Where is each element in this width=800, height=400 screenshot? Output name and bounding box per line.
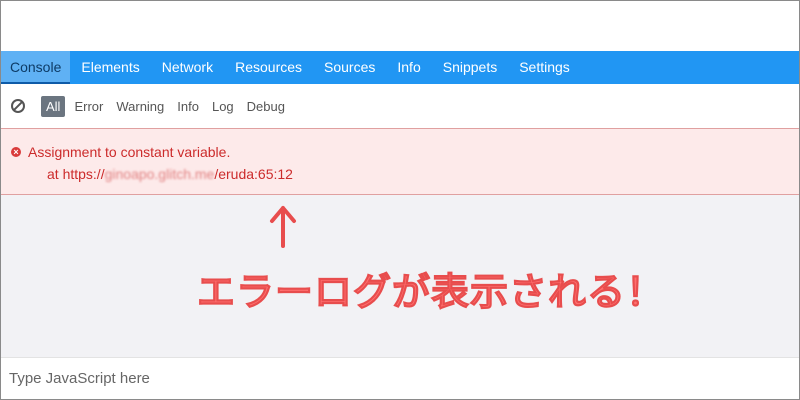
- annotation-arrow-up-icon: [270, 206, 296, 248]
- stack-url-prefix: at https://: [47, 166, 105, 182]
- error-message: Assignment to constant variable.: [28, 144, 231, 160]
- tab-network[interactable]: Network: [151, 51, 224, 84]
- javascript-input[interactable]: [9, 358, 789, 398]
- error-stack-trace: at https://ginoapo.glitch.me/eruda:65:12: [47, 166, 293, 182]
- devtools-tab-bar: Console Elements Network Resources Sourc…: [1, 51, 799, 84]
- console-input-row: [1, 357, 799, 399]
- stack-url-suffix: /eruda:65:12: [214, 166, 293, 182]
- filter-warning[interactable]: Warning: [110, 97, 170, 116]
- tab-console[interactable]: Console: [1, 51, 71, 84]
- tab-sources[interactable]: Sources: [313, 51, 386, 84]
- tab-snippets[interactable]: Snippets: [432, 51, 508, 84]
- filter-all[interactable]: All: [41, 95, 66, 117]
- tab-info[interactable]: Info: [386, 51, 431, 84]
- console-toolbar: All Error Warning Info Log Debug: [1, 84, 799, 129]
- filter-debug[interactable]: Debug: [241, 97, 291, 116]
- annotation-caption: エラーログが表示される！: [196, 272, 666, 315]
- tab-resources[interactable]: Resources: [224, 51, 313, 84]
- filter-log[interactable]: Log: [206, 97, 240, 116]
- eruda-console-panel: Console Elements Network Resources Sourc…: [0, 0, 800, 400]
- tab-elements[interactable]: Elements: [70, 51, 150, 84]
- error-x-icon: ×: [11, 147, 21, 157]
- page-blank-area: [1, 1, 799, 51]
- tab-settings[interactable]: Settings: [508, 51, 581, 84]
- filter-info[interactable]: Info: [171, 97, 205, 116]
- clear-console-icon[interactable]: [10, 98, 26, 114]
- filter-error[interactable]: Error: [68, 97, 109, 116]
- console-error-entry[interactable]: × Assignment to constant variable. at ht…: [1, 128, 799, 195]
- stack-url-redacted-host: ginoapo.glitch.me: [104, 166, 215, 182]
